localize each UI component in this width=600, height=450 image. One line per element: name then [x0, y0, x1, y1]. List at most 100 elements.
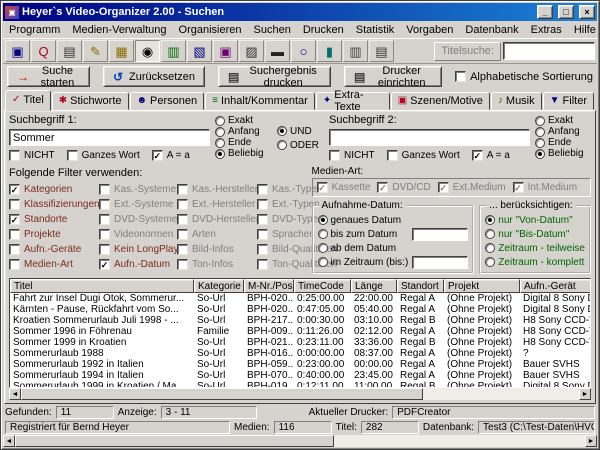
search2-radio-exakt[interactable]: Exakt — [535, 115, 591, 126]
menu-item-suchen[interactable]: Suchen — [248, 22, 297, 38]
cassette-button[interactable]: ▬ — [265, 40, 290, 62]
media-art-checkbox-kassette[interactable]: ✓Kassette — [317, 181, 371, 194]
search2-radio-ende[interactable]: Ende — [535, 137, 591, 148]
start-search-button[interactable]: → Suche starten — [7, 66, 90, 87]
filter-checkbox-kas-systeme[interactable]: Kas.-Systeme — [99, 183, 175, 195]
combine-radio-und[interactable]: UND — [277, 126, 323, 137]
table-row[interactable]: Sommerurlaub 1994 in ItalienSo-UrlBPH-07… — [10, 370, 591, 381]
filter-checkbox-medien-art[interactable]: Medien-Art — [9, 258, 97, 270]
filter-checkbox-dvd-systeme[interactable]: DVD-Systeme — [99, 213, 175, 225]
filter-checkbox-arten[interactable]: Arten — [177, 228, 255, 240]
date-radio-im-zeitraum-bis[interactable]: im Zeitraum (bis:) — [318, 257, 409, 268]
date-radio-ab-dem-datum[interactable]: ab dem Datum — [318, 243, 397, 254]
tab-inhalt-kommentar[interactable]: ≡Inhalt/Kommentar — [205, 92, 315, 110]
filter-checkbox-bild-infos[interactable]: Bild-Infos — [177, 243, 255, 255]
filter-checkbox-standorte[interactable]: ✓Standorte — [9, 213, 97, 225]
menu-item-drucken[interactable]: Drucken — [297, 22, 350, 38]
menu-item-organisieren[interactable]: Organisieren — [173, 22, 248, 38]
table-row[interactable]: Sommer 1996 in FöhrenauFamilieBPH-009...… — [10, 326, 591, 337]
menu-item-extras[interactable]: Extras — [525, 22, 568, 38]
search2-radio-anfang[interactable]: Anfang — [535, 126, 591, 137]
organize-button[interactable]: ▦ — [109, 40, 134, 62]
search1-radio-beliebig[interactable]: Beliebig — [215, 148, 271, 159]
search-term-2-input[interactable] — [329, 129, 530, 146]
printer-setup-button[interactable]: ▤ Drucker einrichten — [344, 66, 442, 87]
date-input-bis-zum-datum[interactable] — [412, 228, 468, 241]
table-horizontal-scrollbar[interactable]: ◄ ► — [9, 388, 591, 400]
scroll-left-icon[interactable]: ◄ — [3, 435, 15, 447]
chart-button[interactable]: ▧ — [187, 40, 212, 62]
menu-item-programm[interactable]: Programm — [3, 22, 66, 38]
statistics-button[interactable]: ▥ — [161, 40, 186, 62]
media-edit-button[interactable]: ✎ — [83, 40, 108, 62]
search1-radio-anfang[interactable]: Anfang — [215, 126, 271, 137]
search1-checkbox-a-a[interactable]: ✓A = a — [152, 149, 190, 162]
scrollbar-track[interactable] — [21, 388, 579, 400]
menu-item-hilfe[interactable]: Hilfe — [568, 22, 600, 38]
filter-checkbox-aufn-datum[interactable]: ✓Aufn.-Datum — [99, 258, 175, 270]
filter-checkbox-videonormen[interactable]: Videonormen — [99, 228, 175, 240]
tab-filter[interactable]: ▼Filter — [543, 92, 594, 110]
database-button[interactable]: ▥ — [343, 40, 368, 62]
filter-checkbox-dvd-hersteller[interactable]: DVD-Hersteller — [177, 213, 255, 225]
alphabetical-sort-checkbox[interactable]: Alphabetische Sortierung — [455, 70, 593, 83]
menu-item-statistik[interactable]: Statistik — [350, 22, 401, 38]
search1-checkbox-nicht[interactable]: NICHT — [9, 149, 55, 162]
consider-radio-nur-von-datum[interactable]: nur "Von-Datum" — [485, 213, 585, 227]
film-button[interactable]: ▣ — [213, 40, 238, 62]
scrollbar-thumb[interactable] — [21, 388, 423, 400]
title-search-input[interactable] — [503, 42, 595, 60]
search-term-1-input[interactable] — [9, 129, 210, 146]
filter-checkbox-kategorien[interactable]: ✓Kategorien — [9, 183, 97, 195]
media-art-checkbox-ext-medium[interactable]: ✓Ext.Medium — [438, 181, 506, 194]
consider-radio-zeitraum-komplett[interactable]: Zeitraum - komplett — [485, 255, 585, 269]
column-header-timecode[interactable]: TimeCode — [294, 279, 351, 293]
table-row[interactable]: Kärnten - Pause, Rückfahrt vom So...So-U… — [10, 304, 591, 315]
filter-checkbox-aufn-gerate[interactable]: Aufn.-Geräte — [9, 243, 97, 255]
media-art-checkbox-dvd-cd[interactable]: ✓DVD/CD — [377, 181, 430, 194]
scroll-right-icon[interactable]: ► — [585, 435, 597, 447]
scroll-right-icon[interactable]: ► — [579, 388, 591, 400]
menu-item-vorgaben[interactable]: Vorgaben — [400, 22, 459, 38]
column-header-projekt[interactable]: Projekt — [444, 279, 520, 293]
preview-button[interactable]: ▨ — [239, 40, 264, 62]
print-results-button[interactable]: ▤ Suchergebnis drucken — [218, 66, 331, 87]
extern-media-button[interactable]: ▮ — [317, 40, 342, 62]
column-header-standort[interactable]: Standort — [397, 279, 444, 293]
search2-checkbox-nicht[interactable]: NICHT — [329, 149, 375, 162]
table-row[interactable]: Sommerurlaub 1999 in Kroatien / Ma...So-… — [10, 381, 591, 387]
search-button[interactable]: ◉ — [135, 40, 160, 62]
filter-checkbox-klassifizierungen[interactable]: Klassifizierungen — [9, 198, 97, 210]
filter-checkbox-ton-infos[interactable]: Ton-Infos — [177, 258, 255, 270]
quit-button[interactable]: Q — [31, 40, 56, 62]
date-radio-bis-zum-datum[interactable]: bis zum Datum — [318, 229, 398, 240]
close-button[interactable]: × — [579, 5, 595, 19]
combine-radio-oder[interactable]: ODER — [277, 140, 323, 151]
table-row[interactable]: Kroatien Sommerurlaub Juli 1998 - ...So-… — [10, 315, 591, 326]
table-row[interactable]: Sommerurlaub 1992 in ItalienSo-UrlBPH-05… — [10, 359, 591, 370]
consider-radio-zeitraum-teilweise[interactable]: Zeitraum - teilweise — [485, 241, 585, 255]
filter-checkbox-ext-hersteller[interactable]: Ext.-Hersteller — [177, 198, 255, 210]
tab-musik[interactable]: ♪Musik — [491, 92, 542, 110]
search1-radio-ende[interactable]: Ende — [215, 137, 271, 148]
tab-szenen-motive[interactable]: ▣Szenen/Motive — [391, 92, 490, 110]
media-art-checkbox-int-medium[interactable]: ✓Int.Medium — [513, 181, 577, 194]
reset-button[interactable]: ↺ Zurücksetzen — [103, 66, 205, 87]
column-header-aufn-gerat[interactable]: Aufn.-Gerät — [520, 279, 591, 293]
scrollbar-track[interactable] — [15, 435, 585, 447]
scrollbar-thumb[interactable] — [15, 435, 334, 447]
search2-radio-beliebig[interactable]: Beliebig — [535, 148, 591, 159]
menu-item-medien-verwaltung[interactable]: Medien-Verwaltung — [66, 22, 172, 38]
scroll-left-icon[interactable]: ◄ — [9, 388, 21, 400]
consider-radio-nur-bis-datum[interactable]: nur "Bis-Datum" — [485, 227, 585, 241]
column-header-m-nr-pos[interactable]: M-Nr./Pos. — [244, 279, 294, 293]
date-radio-genaues-datum[interactable]: genaues Datum — [318, 215, 402, 226]
dvd-button[interactable]: ○ — [291, 40, 316, 62]
filter-checkbox-projekte[interactable]: Projekte — [9, 228, 97, 240]
filter-checkbox-ext-systeme[interactable]: Ext.-Systeme — [99, 198, 175, 210]
column-header-lange[interactable]: Länge — [351, 279, 397, 293]
tab-titel[interactable]: ✓Titel — [5, 90, 51, 111]
window-horizontal-scrollbar[interactable]: ◄ ► — [3, 435, 597, 447]
column-header-kategorie[interactable]: Kategorie — [194, 279, 244, 293]
search1-checkbox-ganzes-wort[interactable]: Ganzes Wort — [67, 149, 140, 162]
